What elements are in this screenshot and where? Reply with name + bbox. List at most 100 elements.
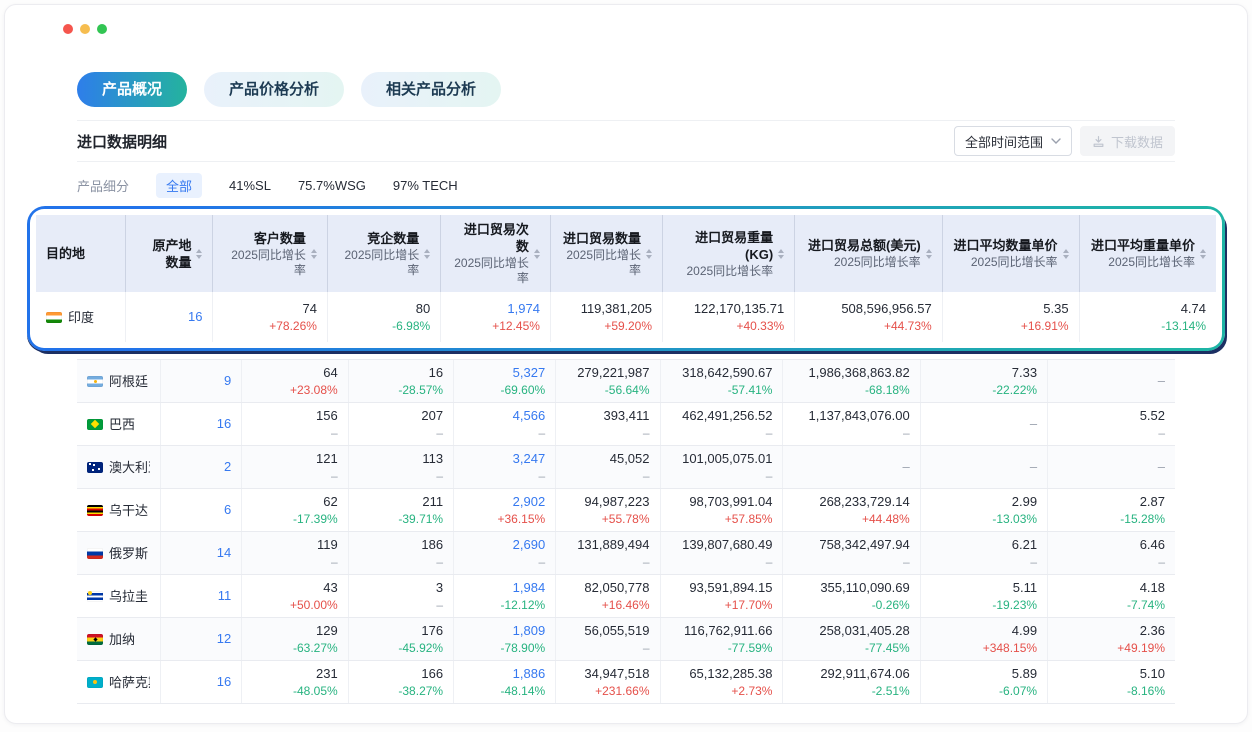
metric-cell[interactable]: 1,974+12.45% [441,292,551,342]
metric-value[interactable]: 16 [171,673,231,691]
sort-icon[interactable] [1063,249,1069,259]
metric-value: 207 [359,407,443,425]
sort-icon[interactable] [646,249,652,259]
metric-cell[interactable]: 1,809-78.90% [454,618,556,661]
filter-option-757wsg[interactable]: 75.7%WSG [298,178,366,193]
time-range-value: 全部时间范围 [965,132,1043,151]
metric-value[interactable]: 16 [136,308,202,326]
tab-product-price-analysis[interactable]: 产品价格分析 [204,72,344,107]
metric-cell[interactable]: 5,327-69.60% [454,360,556,403]
metric-value[interactable]: 1,974 [451,300,540,318]
metric-value: – [1058,372,1165,390]
metric-value: – [931,415,1037,433]
metric-value[interactable]: 2,902 [464,493,545,511]
country-row[interactable]: 俄罗斯14119–186–2,690–131,889,494–139,807,6… [77,532,1175,575]
metric-value[interactable]: 6 [171,501,231,519]
column-header[interactable]: 客户数量2025同比增长率 [213,215,327,292]
metric-cell[interactable]: 16 [160,661,241,704]
country-row[interactable]: 阿根廷964+23.08%16-28.57%5,327-69.60%279,22… [77,360,1175,403]
metric-value[interactable]: 5,327 [464,364,545,382]
metric-cell: 5.10-8.16% [1048,661,1175,704]
growth-rate: – [566,468,649,484]
metric-value[interactable]: 1,886 [464,665,545,683]
country-row[interactable]: 澳大利亚2121–113–3,247–45,052–101,005,075.01… [77,446,1175,489]
column-header[interactable]: 进口贸易重量(KG)2025同比增长率 [663,215,795,292]
metric-cell[interactable]: 2,690– [454,532,556,575]
download-button[interactable]: 下载数据 [1080,126,1175,156]
highlighted-country-row[interactable]: 印度1674+78.26%80-6.98%1,974+12.45%119,381… [36,292,1216,342]
metric-cell[interactable]: 14 [160,532,241,575]
metric-value[interactable]: 11 [171,587,231,605]
sort-icon[interactable] [424,249,430,259]
metric-cell[interactable]: 3,247– [454,446,556,489]
metric-cell[interactable]: 11 [160,575,241,618]
filter-option-41sl[interactable]: 41%SL [229,178,271,193]
metric-cell[interactable]: 2 [160,446,241,489]
ru-flag-icon [87,548,103,559]
metric-value: 139,807,680.49 [671,536,773,554]
metric-value[interactable]: 1,809 [464,622,545,640]
country-row[interactable]: 加纳12129-63.27%176-45.92%1,809-78.90%56,0… [77,618,1175,661]
metric-value[interactable]: 14 [171,544,231,562]
country-name: 俄罗斯 [109,545,148,562]
growth-rate: – [566,640,649,656]
column-header[interactable]: 进口贸易总额(美元)2025同比增长率 [795,215,943,292]
metric-value[interactable]: 12 [171,630,231,648]
metric-cell: 186– [348,532,453,575]
metric-cell: 6.21– [920,532,1047,575]
country-row[interactable]: 哈萨克斯坦16231-48.05%166-38.27%1,886-48.14%3… [77,661,1175,704]
sort-icon[interactable] [1200,249,1206,259]
column-header[interactable]: 进口平均数量单价2025同比增长率 [942,215,1079,292]
tab-product-overview[interactable]: 产品概况 [77,72,187,107]
metric-cell[interactable]: 12 [160,618,241,661]
metric-value[interactable]: 16 [171,415,231,433]
column-header[interactable]: 原产地 数量 [126,215,213,292]
metric-value[interactable]: 4,566 [464,407,545,425]
sort-icon[interactable] [311,249,317,259]
tab-related-product-analysis[interactable]: 相关产品分析 [361,72,501,107]
metric-cell[interactable]: 1,984-12.12% [454,575,556,618]
metric-cell[interactable]: 16 [160,403,241,446]
country-row[interactable]: 乌拉圭1143+50.00%3–1,984-12.12%82,050,778+1… [77,575,1175,618]
metric-value[interactable]: 2 [171,458,231,476]
metric-cell: 129-63.27% [242,618,349,661]
growth-rate: – [671,468,773,484]
metric-cell[interactable]: 16 [126,292,213,342]
close-window-icon[interactable] [63,24,73,34]
metric-cell: 5.35+16.91% [942,292,1079,342]
column-header[interactable]: 进口贸易次数2025同比增长率 [441,215,551,292]
metric-cell[interactable]: 2,902+36.15% [454,489,556,532]
metric-cell[interactable]: 9 [160,360,241,403]
growth-rate: +348.15% [931,640,1037,656]
column-growth-sublabel: 2025同比增长率 [1091,255,1195,270]
minimize-window-icon[interactable] [80,24,90,34]
metric-value[interactable]: 9 [171,372,231,390]
metric-value[interactable]: 2,690 [464,536,545,554]
country-row[interactable]: 乌干达662-17.39%211-39.71%2,902+36.15%94,98… [77,489,1175,532]
filter-option-97tech[interactable]: 97% TECH [393,178,458,193]
sort-icon[interactable] [196,249,202,259]
metric-cell: 119– [242,532,349,575]
metric-cell: 139,807,680.49– [660,532,783,575]
time-range-select[interactable]: 全部时间范围 [954,126,1072,156]
metric-value: – [931,458,1037,476]
column-header[interactable]: 进口贸易数量2025同比增长率 [550,215,662,292]
window-controls [5,5,1247,34]
column-header[interactable]: 竞企数量2025同比增长率 [327,215,440,292]
sort-icon[interactable] [926,249,932,259]
growth-rate: – [671,425,773,441]
metric-value: 1,137,843,076.00 [793,407,909,425]
maximize-window-icon[interactable] [97,24,107,34]
metric-value: 5.89 [931,665,1037,683]
metric-value[interactable]: 3,247 [464,450,545,468]
metric-cell[interactable]: 4,566– [454,403,556,446]
growth-rate: -45.92% [359,640,443,656]
sort-icon[interactable] [534,249,540,259]
filter-option-all[interactable]: 全部 [156,173,202,198]
metric-value[interactable]: 1,984 [464,579,545,597]
metric-cell[interactable]: 6 [160,489,241,532]
column-header[interactable]: 进口平均重量单价2025同比增长率 [1079,215,1216,292]
sort-icon[interactable] [778,249,784,259]
country-row[interactable]: 巴西16156–207–4,566–393,411–462,491,256.52… [77,403,1175,446]
metric-cell[interactable]: 1,886-48.14% [454,661,556,704]
